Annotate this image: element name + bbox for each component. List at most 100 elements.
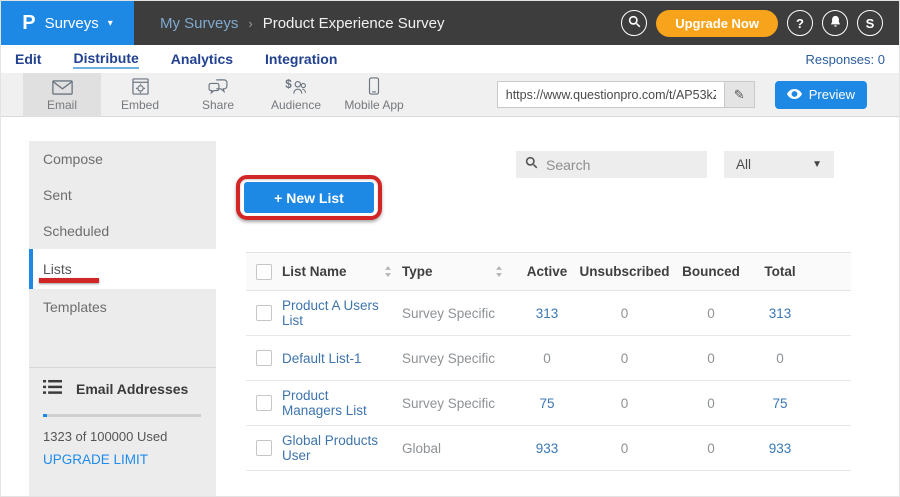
notifications-button[interactable] <box>822 10 848 36</box>
unsubscribed-count: 0 <box>577 441 672 456</box>
total-count[interactable]: 933 <box>750 441 810 456</box>
top-bar: P Surveys ▾ My Surveys › Product Experie… <box>1 1 899 45</box>
select-all-checkbox[interactable] <box>256 264 272 280</box>
toolbar-item-label: Audience <box>271 98 321 112</box>
avatar-initial: S <box>866 16 875 31</box>
toolbar-item-email[interactable]: Email <box>23 73 101 117</box>
sidebar-item-lists[interactable]: Lists <box>29 249 216 289</box>
unsubscribed-count: 0 <box>577 396 672 411</box>
survey-url-input[interactable] <box>498 88 724 102</box>
avatar[interactable]: S <box>857 10 883 36</box>
new-list-button[interactable]: + New List <box>244 182 374 213</box>
email-envelope-icon <box>52 77 73 95</box>
list-search-input[interactable] <box>546 157 698 173</box>
upgrade-now-button[interactable]: Upgrade Now <box>656 10 778 37</box>
page-title: Product Experience Survey <box>263 15 445 32</box>
survey-url-field: ✎ <box>497 81 755 108</box>
list-type: Global <box>402 441 441 456</box>
list-type: Survey Specific <box>402 396 495 411</box>
toolbar-item-label: Email <box>47 98 77 112</box>
bounced-count: 0 <box>672 351 750 366</box>
preview-label: Preview <box>809 87 855 102</box>
eye-icon <box>787 87 802 102</box>
questionpro-logo-icon: P <box>22 13 35 33</box>
email-usage-text: 1323 of 100000 Used <box>43 429 202 444</box>
list-filter-dropdown[interactable]: All ▼ <box>724 151 834 178</box>
list-name-link[interactable]: Product A Users List <box>282 298 392 328</box>
sidebar-divider <box>29 367 216 368</box>
row-checkbox[interactable] <box>256 395 272 411</box>
address-list-icon <box>43 379 62 398</box>
filter-selected-value: All <box>736 157 751 172</box>
column-header-type: Type <box>402 264 433 279</box>
table-row: Product Managers List Survey Specific 75… <box>246 381 851 426</box>
sort-icon[interactable] <box>384 266 392 277</box>
total-count[interactable]: 75 <box>750 396 810 411</box>
toolbar-item-label: Mobile App <box>344 98 403 112</box>
total-count[interactable]: 313 <box>750 306 810 321</box>
list-name-link[interactable]: Default List-1 <box>282 351 362 366</box>
toolbar-item-audience[interactable]: $ Audience <box>257 73 335 117</box>
pencil-icon: ✎ <box>734 87 745 103</box>
row-checkbox[interactable] <box>256 350 272 366</box>
breadcrumb-my-surveys[interactable]: My Surveys <box>160 15 238 32</box>
active-count[interactable]: 933 <box>517 441 577 456</box>
toolbar-item-share[interactable]: Share <box>179 73 257 117</box>
active-count[interactable]: 75 <box>517 396 577 411</box>
tab-distribute[interactable]: Distribute <box>73 50 138 69</box>
table-row: Default List-1 Survey Specific 0 0 0 0 <box>246 336 851 381</box>
tab-analytics[interactable]: Analytics <box>171 51 233 68</box>
list-search-box <box>516 151 707 178</box>
toolbar-item-mobile-app[interactable]: Mobile App <box>335 73 413 117</box>
active-count: 0 <box>517 351 577 366</box>
edit-url-button[interactable]: ✎ <box>724 82 754 107</box>
column-header-total: Total <box>750 264 810 279</box>
column-header-list-name: List Name <box>282 264 347 279</box>
row-checkbox[interactable] <box>256 440 272 456</box>
surveys-product-menu[interactable]: P Surveys ▾ <box>1 1 134 45</box>
questionpro-app: P Surveys ▾ My Surveys › Product Experie… <box>0 0 900 497</box>
table-row: Global Products User Global 933 0 0 933 <box>246 426 851 471</box>
email-usage-progressbar <box>43 414 201 417</box>
chevron-down-icon: ▼ <box>812 159 822 170</box>
chevron-down-icon: ▾ <box>108 18 113 29</box>
breadcrumb-separator-icon: › <box>248 16 252 31</box>
audience-people-icon: $ <box>285 77 307 95</box>
column-header-active: Active <box>517 264 577 279</box>
toolbar-item-label: Share <box>202 98 234 112</box>
bounced-count: 0 <box>672 396 750 411</box>
sidebar-item-compose[interactable]: Compose <box>29 141 216 177</box>
unsubscribed-count: 0 <box>577 306 672 321</box>
search-icon <box>525 156 538 174</box>
email-addresses-section: Email Addresses 1323 of 100000 Used UPGR… <box>43 379 202 469</box>
email-addresses-title: Email Addresses <box>76 381 188 397</box>
total-count: 0 <box>750 351 810 366</box>
preview-button[interactable]: Preview <box>775 81 867 109</box>
mobile-phone-icon <box>368 77 380 95</box>
table-header-row: List Name Type Active Unsubscribed Bounc… <box>246 252 851 291</box>
topbar-actions: Upgrade Now ? S <box>621 10 899 37</box>
unsubscribed-count: 0 <box>577 351 672 366</box>
bounced-count: 0 <box>672 441 750 456</box>
active-count[interactable]: 313 <box>517 306 577 321</box>
breadcrumb: My Surveys › Product Experience Survey <box>160 15 444 32</box>
help-button[interactable]: ? <box>787 10 813 36</box>
sidebar-item-scheduled[interactable]: Scheduled <box>29 213 216 249</box>
list-name-link[interactable]: Global Products User <box>282 433 392 463</box>
row-checkbox[interactable] <box>256 305 272 321</box>
upgrade-limit-link[interactable]: UPGRADE LIMIT <box>43 452 148 467</box>
bounced-count: 0 <box>672 306 750 321</box>
search-button[interactable] <box>621 10 647 36</box>
tab-integration[interactable]: Integration <box>265 51 337 68</box>
sort-icon[interactable] <box>495 266 503 277</box>
email-lists-table: List Name Type Active Unsubscribed Bounc… <box>246 252 851 471</box>
toolbar-item-embed[interactable]: Embed <box>101 73 179 117</box>
sidebar-item-sent[interactable]: Sent <box>29 177 216 213</box>
tab-edit[interactable]: Edit <box>15 51 41 68</box>
responses-count: Responses: 0 <box>806 52 900 67</box>
list-name-link[interactable]: Product Managers List <box>282 388 392 418</box>
distribute-toolbar: Email Embed Share $ Audience Mobile App <box>1 73 899 117</box>
email-sidebar: Compose Sent Scheduled Lists Templates E… <box>29 141 216 496</box>
sidebar-item-templates[interactable]: Templates <box>29 289 216 325</box>
table-row: Product A Users List Survey Specific 313… <box>246 291 851 336</box>
